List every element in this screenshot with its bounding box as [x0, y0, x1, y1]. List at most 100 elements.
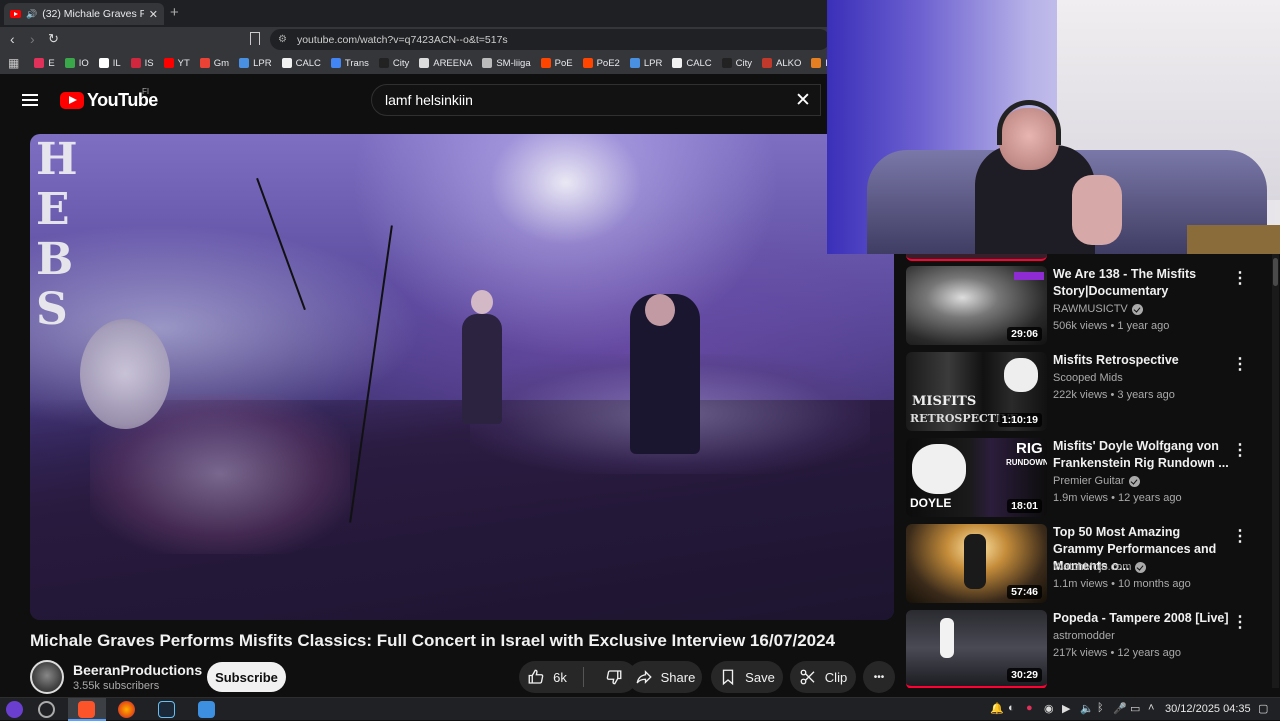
bluetooth-icon[interactable]: ᛒ	[1097, 702, 1104, 714]
video-thumbnail[interactable]: 30:29	[906, 610, 1047, 688]
video-title[interactable]: Misfits Retrospective	[1053, 352, 1233, 369]
performer-figure	[964, 534, 986, 589]
channel-name[interactable]: Scooped Mids	[1053, 372, 1123, 384]
sidebar-scrollbar[interactable]	[1272, 254, 1279, 688]
list-item[interactable]: MISFITS RETROSPECTIVE 1:10:19 Misfits Re…	[906, 352, 1266, 432]
clock[interactable]: 30/12/2025 04:35	[1165, 703, 1251, 715]
bookmark-item[interactable]: SM-liiga	[477, 58, 535, 69]
tray-expand-icon[interactable]: ˄	[1148, 702, 1154, 714]
bookmark-item[interactable]: PoE2	[578, 58, 625, 69]
tab-title: (32) Michale Graves Perfo	[42, 8, 144, 20]
show-desktop-icon[interactable]: ▢	[1258, 702, 1268, 715]
microphone-icon[interactable]: 🎤	[1113, 702, 1127, 715]
reload-icon[interactable]: ↻	[48, 31, 59, 47]
close-tab-icon[interactable]: ✕	[149, 8, 158, 21]
video-meta: 217k views • 12 years ago	[1053, 647, 1181, 659]
thumbnail-badge	[1014, 272, 1044, 280]
channel-avatar[interactable]	[30, 660, 64, 694]
bookmark-item[interactable]: E	[29, 58, 59, 69]
share-button[interactable]: Share	[628, 661, 702, 693]
clear-search-icon[interactable]: ✕	[795, 89, 811, 112]
forward-icon[interactable]: ›	[30, 31, 35, 47]
sidebar-scroll-thumb[interactable]	[1273, 258, 1278, 286]
audio-playing-icon[interactable]: 🔊	[26, 9, 37, 20]
more-options-icon[interactable]: ⋮	[1232, 526, 1248, 546]
bookmark-item[interactable]: AREENA	[414, 58, 477, 69]
video-thumbnail[interactable]: 57:46	[906, 524, 1047, 603]
channel-name[interactable]: WatchMojo.com	[1053, 561, 1147, 573]
notification-bell-icon[interactable]: 🔔	[990, 702, 1004, 715]
bookmark-item[interactable]: ALKO	[757, 58, 806, 69]
video-title[interactable]: Popeda - Tampere 2008 [Live]	[1053, 610, 1233, 627]
list-item[interactable]: 57:46 Top 50 Most Amazing Grammy Perform…	[906, 524, 1266, 604]
more-actions-button[interactable]: •••	[863, 661, 895, 693]
tray-app-icon[interactable]: ◐	[1008, 702, 1015, 714]
bookmark-item[interactable]: Trans	[326, 58, 374, 69]
bookmark-item[interactable]: LPR	[234, 58, 276, 69]
site-settings-icon[interactable]: ⚙	[278, 34, 287, 45]
list-item[interactable]: 30:29 Popeda - Tampere 2008 [Live] astro…	[906, 610, 1266, 688]
bookmark-favicon-icon	[199, 58, 210, 68]
bookmark-item[interactable]: PoE	[536, 58, 578, 69]
bookmark-label: LPR	[253, 57, 272, 69]
video-thumbnail[interactable]: DOYLE RIG RUNDOWN 18:01	[906, 438, 1047, 517]
bookmark-item[interactable]: CALC	[277, 58, 326, 69]
network-icon[interactable]: ▭	[1130, 702, 1140, 715]
more-options-icon[interactable]: ⋮	[1232, 268, 1248, 288]
save-button[interactable]: Save	[711, 661, 783, 693]
back-icon[interactable]: ‹	[10, 31, 15, 47]
more-options-icon[interactable]: ⋮	[1232, 354, 1248, 374]
steam-icon[interactable]	[158, 701, 175, 718]
bookmark-item[interactable]: City	[374, 58, 414, 69]
brave-browser-icon[interactable]	[78, 701, 95, 718]
video-thumbnail[interactable]: 29:06	[906, 266, 1047, 345]
bookmark-item[interactable]: CALC	[667, 58, 716, 69]
video-player[interactable]: H E B S	[30, 134, 894, 620]
firefox-icon[interactable]	[118, 701, 135, 718]
apps-grid-icon[interactable]: ▦	[8, 56, 19, 70]
bookmark-item[interactable]: IL	[94, 58, 126, 69]
search-input[interactable]: lamf helsinkiin	[371, 84, 821, 116]
youtube-logo-icon[interactable]	[60, 92, 84, 109]
volume-icon[interactable]: 🔈	[1080, 702, 1094, 715]
bookmark-item[interactable]: Gm	[195, 58, 234, 69]
more-options-icon[interactable]: ⋮	[1232, 440, 1248, 460]
browser-tab[interactable]: 🔊 (32) Michale Graves Perfo ✕	[4, 3, 164, 25]
bookmark-item[interactable]: IO	[60, 58, 94, 69]
headset-icon	[997, 100, 1061, 145]
bookmark-label: Trans	[344, 57, 369, 69]
list-item[interactable]: 29:06 We Are 138 - The Misfits Story|Doc…	[906, 266, 1266, 346]
bookmark-page-icon[interactable]	[250, 32, 260, 45]
url-text: youtube.com/watch?v=q7423ACN--o&t=517s	[296, 33, 508, 46]
bookmark-favicon-icon	[239, 58, 250, 68]
video-title[interactable]: We Are 138 - The Misfits Story|Documenta…	[1053, 266, 1233, 300]
steam-tray-icon[interactable]: ◉	[1044, 702, 1054, 715]
bookmark-item[interactable]: IS	[126, 58, 159, 69]
bookmark-label: IL	[112, 57, 121, 69]
address-bar[interactable]: ⚙ youtube.com/watch?v=q7423ACN--o&t=517s	[270, 29, 830, 50]
list-item[interactable]: DOYLE RIG RUNDOWN 18:01 Misfits' Doyle W…	[906, 438, 1266, 518]
more-options-icon[interactable]: ⋮	[1232, 612, 1248, 632]
bookmark-item[interactable]: City	[717, 58, 757, 69]
bookmark-item[interactable]: LPR	[625, 58, 667, 69]
channel-name[interactable]: BeeranProductions	[73, 662, 202, 678]
recording-icon[interactable]: ●	[1026, 702, 1033, 714]
system-monitor-icon[interactable]	[38, 701, 55, 718]
menu-icon[interactable]	[22, 94, 38, 106]
share-label: Share	[660, 669, 696, 685]
channel-name[interactable]: astromodder	[1053, 630, 1115, 642]
video-thumbnail[interactable]: MISFITS RETROSPECTIVE 1:10:19	[906, 352, 1047, 431]
channel-name[interactable]: RAWMUSICTV	[1053, 303, 1143, 315]
subscribe-button[interactable]: Subscribe	[207, 662, 286, 692]
bookmark-label: PoE	[554, 57, 573, 69]
new-tab-button[interactable]: +	[170, 4, 179, 21]
like-button[interactable]: 6k	[519, 668, 575, 686]
upload-age: 3 years ago	[1117, 389, 1175, 401]
start-menu-icon[interactable]	[6, 701, 23, 718]
media-play-icon[interactable]: ▶	[1062, 702, 1070, 715]
file-manager-icon[interactable]	[198, 701, 215, 718]
video-title[interactable]: Misfits' Doyle Wolfgang von Frankenstein…	[1053, 438, 1233, 472]
bookmark-item[interactable]: YT	[159, 58, 195, 69]
clip-button[interactable]: Clip	[790, 661, 856, 693]
channel-name[interactable]: Premier Guitar	[1053, 475, 1140, 487]
